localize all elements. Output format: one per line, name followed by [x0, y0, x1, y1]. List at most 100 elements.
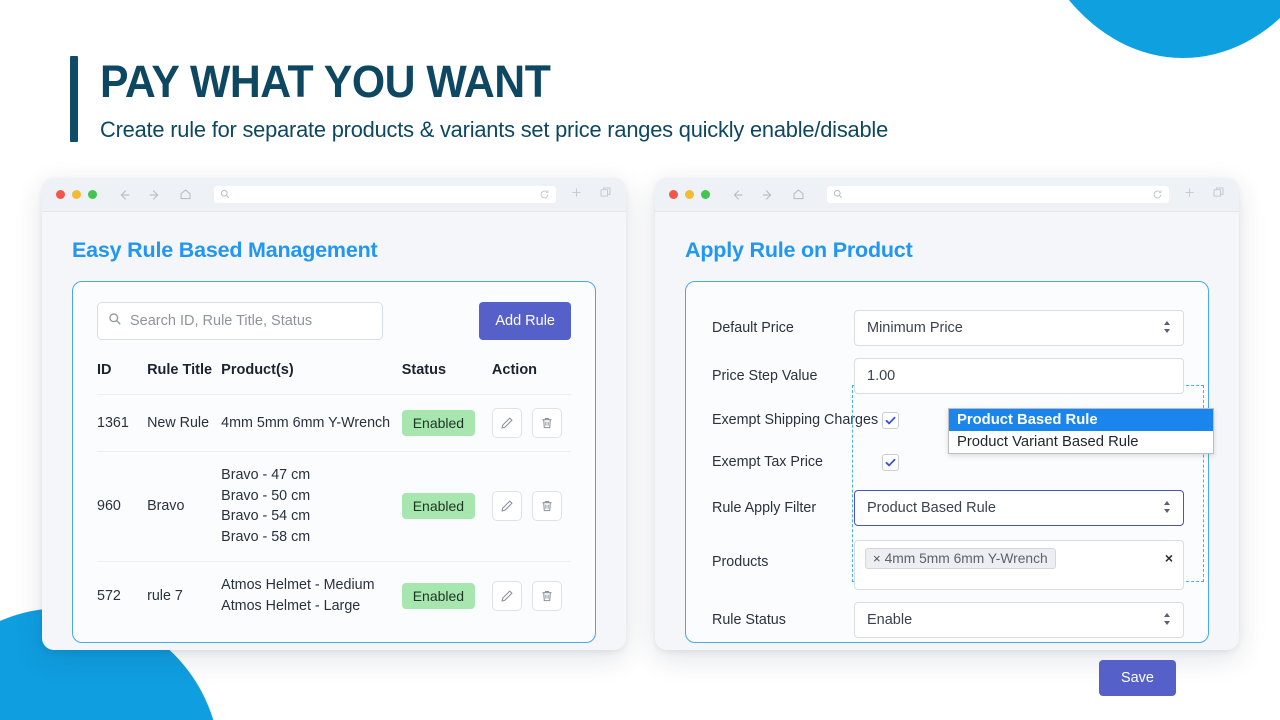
headline: PAY WHAT YOU WANT Create rule for separa… — [70, 56, 912, 143]
remove-tag-icon[interactable]: × — [873, 551, 881, 566]
label-price-step-value: Price Step Value — [712, 368, 818, 384]
table-row: 960 Bravo Bravo - 47 cm Bravo - 50 cm Br… — [97, 451, 571, 562]
product-tag[interactable]: × 4mm 5mm 6mm Y-Wrench — [865, 548, 1056, 569]
table-row: 572 rule 7 Atmos Helmet - Medium Atmos H… — [97, 560, 571, 630]
left-window-title: Easy Rule Based Management — [72, 238, 378, 262]
status-badge: Enabled — [401, 410, 476, 436]
status-badge: Enabled — [401, 582, 476, 609]
field-price-step-value: Price Step Value 1.00 — [704, 352, 1184, 400]
right-window-title: Apply Rule on Product — [685, 238, 913, 262]
close-dot[interactable] — [669, 190, 678, 199]
rule-form: Default Price Minimum Price Price Step V… — [704, 304, 1214, 696]
left-browser-window: Easy Rule Based Management Search ID, Ru… — [42, 178, 626, 650]
home-icon[interactable] — [792, 188, 805, 201]
search-input[interactable]: Search ID, Rule Title, Status — [97, 302, 383, 340]
stepper-icon — [1163, 320, 1171, 337]
plus-icon[interactable] — [1183, 186, 1196, 204]
close-dot[interactable] — [56, 190, 65, 199]
cell-actions — [491, 451, 571, 562]
cell-rule-title: Bravo — [147, 451, 222, 562]
forward-arrow-icon[interactable] — [148, 188, 162, 202]
page-subtitle: Create rule for separate products & vari… — [100, 117, 889, 143]
default-price-select[interactable]: Minimum Price — [854, 310, 1184, 346]
save-button[interactable]: Save — [1098, 660, 1176, 696]
cell-actions — [491, 394, 571, 452]
url-bar[interactable] — [827, 186, 1169, 203]
default-price-value: Minimum Price — [867, 320, 963, 336]
cell-products: Bravo - 47 cm Bravo - 50 cm Bravo - 54 c… — [221, 451, 402, 562]
rule-apply-filter-select[interactable]: Product Based Rule — [854, 490, 1184, 526]
right-browser-window: Apply Rule on Product Default Price Mini… — [655, 178, 1239, 696]
product-line: Bravo - 47 cm — [221, 467, 311, 483]
column-header-action: Action — [491, 362, 538, 378]
clear-all-icon[interactable]: × — [1165, 550, 1173, 566]
reload-icon[interactable] — [539, 187, 550, 205]
field-rule-apply-filter: Rule Apply Filter Product Based Rule — [704, 484, 1184, 532]
apply-rule-card: Default Price Minimum Price Price Step V… — [685, 281, 1214, 696]
label-exempt-shipping-charges: Exempt Shipping Charges — [712, 412, 879, 428]
headline-accent-bar — [70, 56, 78, 142]
home-icon[interactable] — [179, 188, 192, 201]
reload-icon[interactable] — [1152, 187, 1163, 205]
cell-id: 572 — [97, 560, 148, 630]
browser-chrome-right — [655, 178, 1239, 212]
field-default-price: Default Price Minimum Price — [704, 304, 1184, 352]
label-default-price: Default Price — [712, 320, 794, 336]
back-arrow-icon[interactable] — [117, 188, 131, 202]
back-arrow-icon[interactable] — [730, 188, 744, 202]
rule-status-select[interactable]: Enable — [854, 602, 1184, 638]
rule-apply-filter-dropdown[interactable]: Product Based Rule Product Variant Based… — [948, 407, 1214, 454]
search-icon — [220, 186, 230, 204]
maximize-dot[interactable] — [88, 190, 97, 199]
cell-rule-title: New Rule — [147, 394, 222, 452]
minimize-dot[interactable] — [685, 190, 694, 199]
window-controls — [669, 190, 710, 199]
delete-icon[interactable] — [531, 491, 562, 522]
product-line: Atmos Helmet - Medium — [221, 576, 375, 593]
field-exempt-tax: Exempt Tax Price Product Based Rule Prod… — [704, 407, 1214, 484]
label-exempt-tax-price: Exempt Tax Price — [712, 454, 823, 470]
cell-status: Enabled — [401, 394, 492, 452]
products-tag-input[interactable]: × 4mm 5mm 6mm Y-Wrench × — [854, 540, 1184, 590]
delete-icon[interactable] — [531, 408, 562, 438]
toolbar-row: Search ID, Rule Title, Status Add Rule — [97, 302, 571, 340]
add-rule-button[interactable]: Add Rule — [479, 302, 571, 340]
product-line: Bravo - 54 cm — [221, 508, 311, 525]
dropdown-option-product-based-rule[interactable]: Product Based Rule — [949, 408, 1213, 431]
edit-icon[interactable] — [491, 491, 522, 522]
plus-icon[interactable] — [570, 186, 583, 204]
page-title: PAY WHAT YOU WANT — [100, 56, 551, 107]
cell-status: Enabled — [401, 560, 492, 630]
product-line: Bravo - 58 cm — [221, 529, 311, 546]
cell-rule-title: rule 7 — [147, 560, 222, 630]
rules-card: Search ID, Rule Title, Status Add Rule I… — [72, 281, 596, 643]
table-header-row: ID Rule Title Product(s) Status Action — [97, 362, 571, 395]
tabs-icon[interactable] — [599, 186, 612, 204]
rule-status-value: Enable — [867, 612, 913, 628]
table-row: 1361 New Rule 4mm 5mm 6mm Y-Wrench Enabl… — [97, 394, 571, 452]
price-step-value: 1.00 — [867, 368, 896, 384]
cell-id: 1361 — [97, 394, 148, 452]
dropdown-option-product-variant-based-rule[interactable]: Product Variant Based Rule — [949, 431, 1213, 453]
maximize-dot[interactable] — [701, 190, 710, 199]
forward-arrow-icon[interactable] — [761, 188, 775, 202]
rule-apply-filter-value: Product Based Rule — [867, 500, 996, 516]
edit-icon[interactable] — [491, 408, 522, 438]
url-bar[interactable] — [214, 186, 556, 203]
browser-chrome-left — [42, 178, 626, 212]
exempt-shipping-checkbox[interactable] — [882, 411, 899, 429]
minimize-dot[interactable] — [72, 190, 81, 199]
price-step-value-input[interactable]: 1.00 — [854, 358, 1184, 394]
column-header-products: Product(s) — [221, 362, 294, 378]
edit-icon[interactable] — [491, 580, 522, 611]
product-line: Atmos Helmet - Large — [221, 597, 361, 614]
window-controls — [56, 190, 97, 199]
field-products: Products × 4mm 5mm 6mm Y-Wrench × — [704, 532, 1184, 594]
delete-icon[interactable] — [531, 580, 562, 611]
label-rule-status: Rule Status — [712, 612, 786, 628]
product-line: Bravo - 50 cm — [221, 487, 311, 504]
status-badge: Enabled — [401, 493, 476, 520]
tabs-icon[interactable] — [1212, 186, 1225, 204]
product-tag-label: 4mm 5mm 6mm Y-Wrench — [884, 551, 1048, 566]
exempt-tax-checkbox[interactable] — [882, 453, 899, 471]
